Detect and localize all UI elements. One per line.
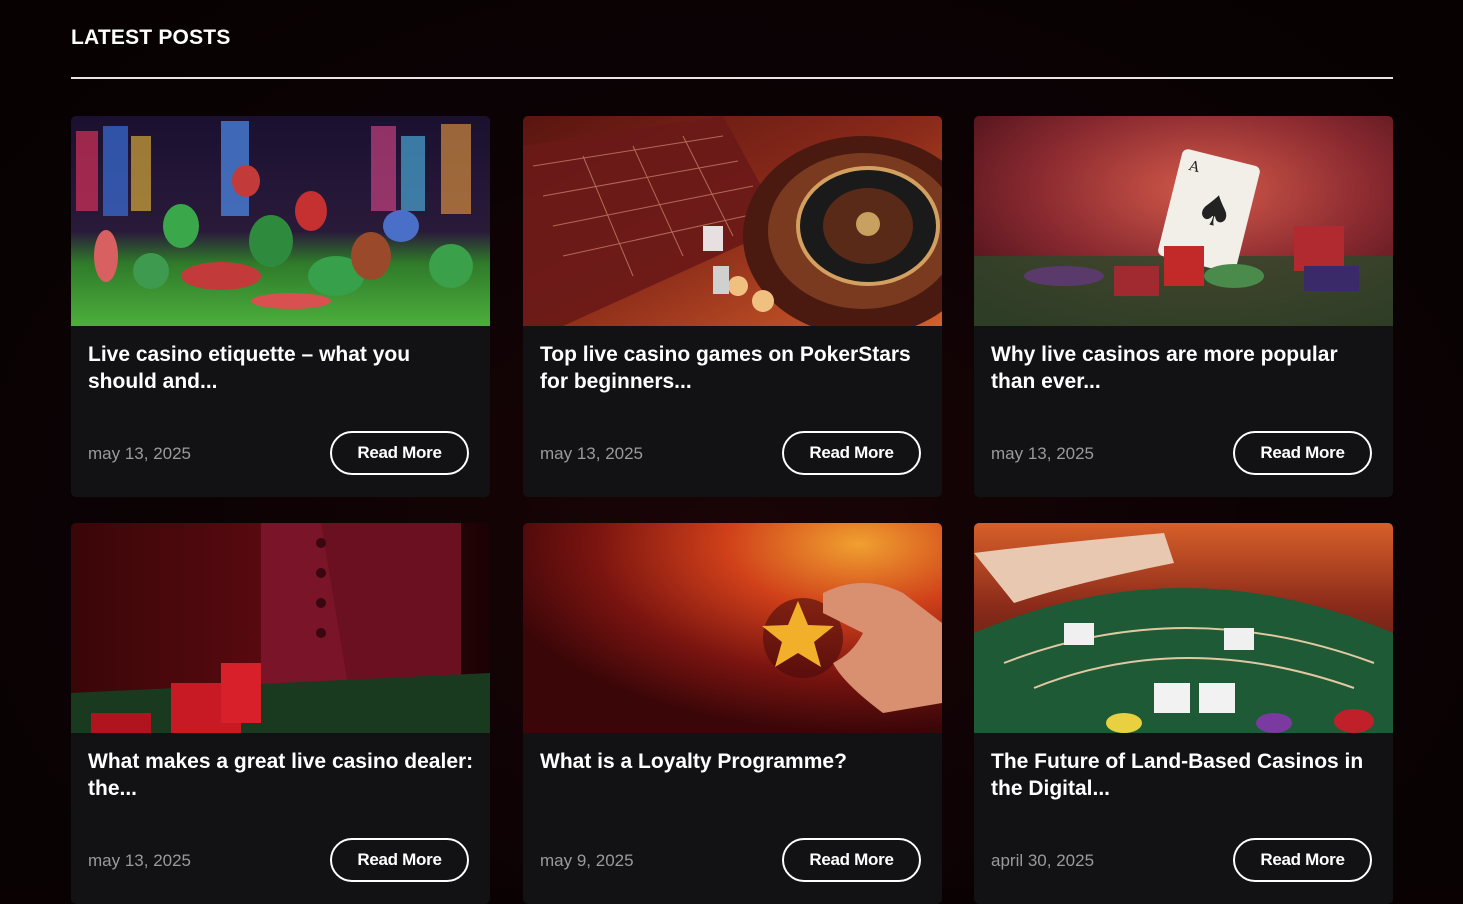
post-card[interactable]: What is a Loyalty Programme? may 9, 2025… [523, 523, 942, 904]
casino-chips-slots-image[interactable] [71, 116, 490, 326]
post-title[interactable]: What is a Loyalty Programme? [540, 748, 930, 775]
blackjack-table-image[interactable] [974, 523, 1393, 733]
post-title[interactable]: Top live casino games on PokerStars for … [540, 341, 930, 395]
post-title[interactable]: The Future of Land-Based Casinos in the … [991, 748, 1381, 802]
post-date: may 13, 2025 [88, 444, 192, 463]
post-date: may 13, 2025 [88, 851, 192, 870]
post-date: may 13, 2025 [540, 444, 644, 463]
ace-of-spades-chips-image[interactable]: A ♠ [974, 116, 1393, 326]
read-more-button[interactable]: Read More [330, 431, 469, 475]
post-card[interactable]: What makes a great live casino dealer: t… [71, 523, 490, 904]
post-title[interactable]: Live casino etiquette – what you should … [88, 341, 478, 395]
section-divider [71, 77, 1393, 79]
read-more-button[interactable]: Read More [330, 838, 469, 882]
section-title: LATEST POSTS [71, 26, 231, 49]
post-date: may 13, 2025 [991, 444, 1095, 463]
post-title[interactable]: What makes a great live casino dealer: t… [88, 748, 478, 802]
post-date: april 30, 2025 [991, 851, 1095, 870]
post-date: may 9, 2025 [540, 851, 634, 870]
read-more-button[interactable]: Read More [1233, 838, 1372, 882]
post-title[interactable]: Why live casinos are more popular than e… [991, 341, 1381, 395]
hand-holding-star-image[interactable] [523, 523, 942, 733]
roulette-table-image[interactable] [523, 116, 942, 326]
read-more-button[interactable]: Read More [782, 431, 921, 475]
read-more-button[interactable]: Read More [782, 838, 921, 882]
casino-dealer-vest-image[interactable] [71, 523, 490, 733]
read-more-button[interactable]: Read More [1233, 431, 1372, 475]
post-card[interactable]: Top live casino games on PokerStars for … [523, 116, 942, 497]
post-card[interactable]: Live casino etiquette – what you should … [71, 116, 490, 497]
post-card[interactable]: A ♠ Why live casinos are more popular th… [974, 116, 1393, 497]
post-card[interactable]: The Future of Land-Based Casinos in the … [974, 523, 1393, 904]
